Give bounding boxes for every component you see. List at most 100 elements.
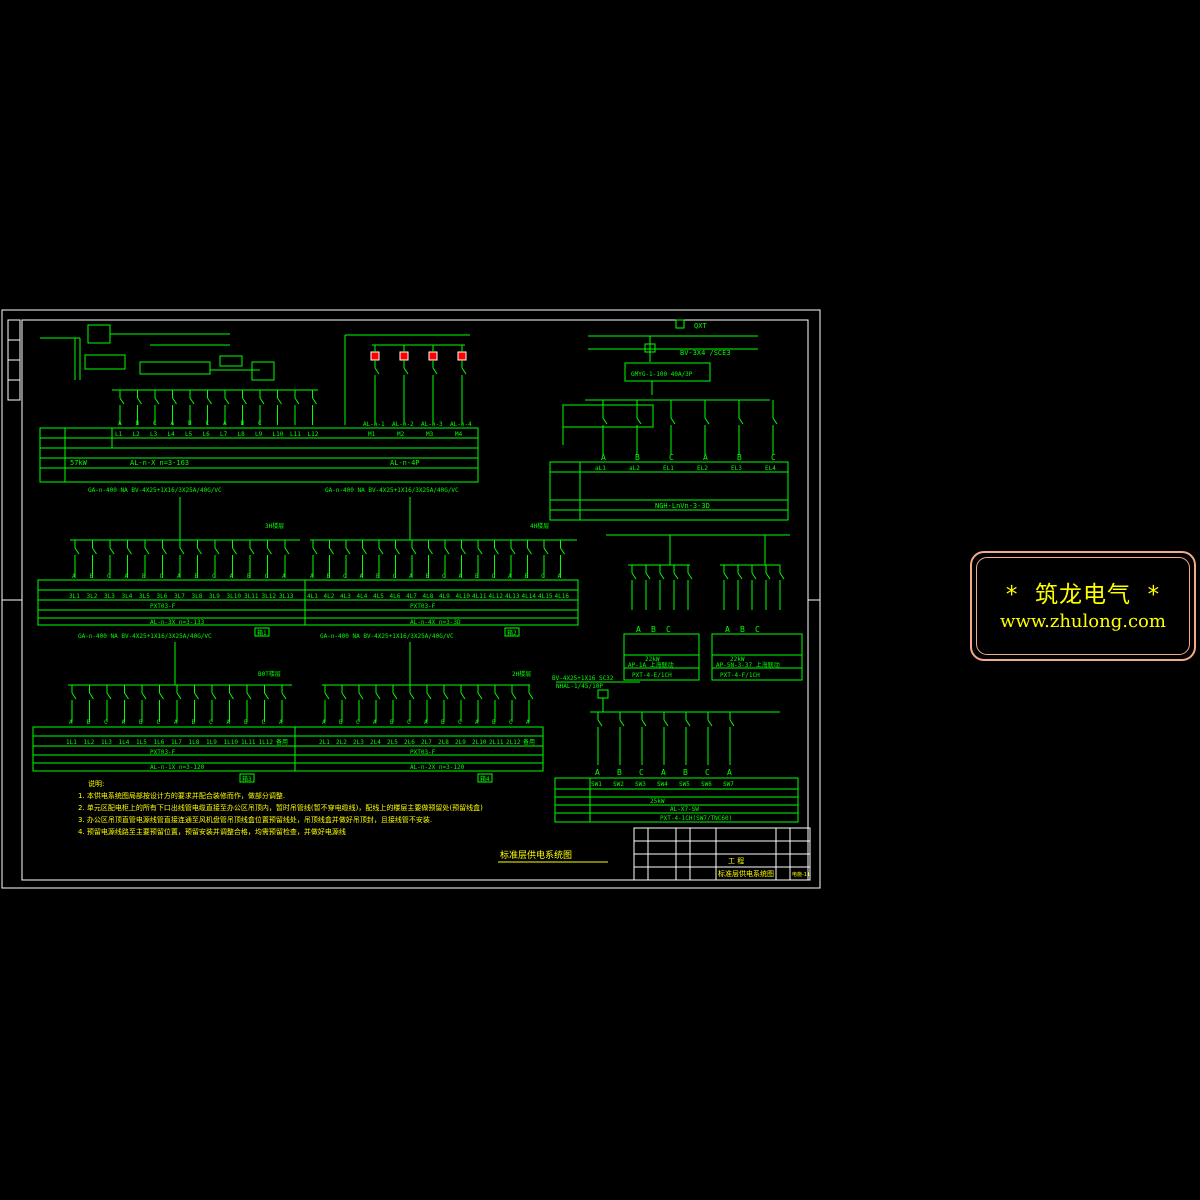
mid-header-a: GA-n-400 NA BV-4X25+1X16/3X25A/40G/VC [88, 487, 222, 494]
top-left-cable: AL-n-X n=3-163 [130, 459, 189, 467]
title-block-sheet: 电施-11 [792, 871, 810, 878]
top-left-breaker-4-contact [172, 397, 177, 405]
bot-2l-breaker-13-contact [528, 692, 534, 700]
top-right-circuit-3: EL1 [663, 465, 674, 472]
bot-2l-breaker-11-contact [494, 692, 500, 700]
drawing-title: 标准层供电系统图 [500, 849, 572, 861]
sw-breaker-7-contact [729, 719, 735, 727]
mid-right-left-phase-3: C [666, 625, 671, 634]
top-left-phase-1: A [118, 420, 122, 427]
sw-circuit-3: SW3 [635, 781, 646, 788]
mid-4l-circuit-6: 4L6 [390, 593, 401, 600]
top-left-feeder-1: L1 [115, 431, 123, 438]
mid-3l-circuit-13: 3L13 [279, 593, 294, 600]
top-left-voltage: 57kW [70, 459, 88, 467]
mid-right-left-breaker-5-contact [687, 572, 693, 580]
top-right-breaker-3-contact [670, 417, 676, 425]
top-right-breaker-2-contact [636, 417, 642, 425]
bot-1l-circuit-11: 1L11 [241, 739, 256, 746]
mid-4l-phase-4: A [360, 573, 364, 580]
footer-box-1: 箱1 [257, 629, 267, 637]
mid-4l-breaker-6-contact [395, 547, 400, 555]
cable-3l: AL-n-3X n=3-133 [150, 619, 205, 626]
bot-2l-circuit-4: 2L4 [370, 739, 381, 746]
top-left-load-device-2 [399, 351, 409, 361]
top-right-breaker-1-contact [602, 417, 608, 425]
title-block: 工 程 标准层供电系统图 电施-11 [633, 827, 811, 881]
bot-1l-circuit-2: 1L2 [84, 739, 95, 746]
top-left-feeder-10: L10 [273, 431, 284, 438]
mid-3l-phase-10: A [230, 573, 234, 580]
top-right-circuit-4: EL2 [697, 465, 708, 472]
top-left-load-label-4: M4 [455, 431, 463, 438]
mid-3l-circuit-2: 3L2 [87, 593, 98, 600]
mid-3l-circuit-1: 3L1 [69, 593, 80, 600]
tag-2h: 2H楼层 [512, 670, 531, 678]
bot-2l-phase-8: B [441, 719, 445, 726]
top-left-load-device-3 [428, 351, 438, 361]
cable-2l: AL-n-2X n=3-120 [410, 764, 465, 771]
top-left-load-device-1 [370, 351, 380, 361]
bot-1l-circuit-4: 1L4 [119, 739, 130, 746]
bot-2l-breaker-5-contact [392, 692, 398, 700]
mid-right-right-phase-1: A [725, 625, 730, 634]
top-right-phase-3: C [669, 453, 674, 462]
bot-header-b: GA-n-400 NA BV-4X25+1X16/3X25A/40G/VC [320, 633, 454, 640]
bot-2l-circuit-13: 备用 [523, 738, 535, 746]
top-left-breaker-9-contact [259, 397, 265, 405]
mid-3l-phase-5: B [142, 573, 146, 580]
bot-2l-phase-2: B [339, 719, 343, 726]
mid-4l-phase-1: A [310, 573, 314, 580]
mid-4l-circuit-2: 4L2 [324, 593, 335, 600]
bot-2l-circuit-5: 2L5 [387, 739, 398, 746]
bot-1l-breaker-1-contact [71, 692, 77, 700]
top-right-phase-6: C [771, 453, 776, 462]
bot-1l-breaker-11-contact [246, 692, 252, 700]
sw-panel: PXT-4-1CH(SW7/TNC60) [660, 815, 732, 822]
footer-box-4: 箱4 [480, 775, 490, 783]
mid-3l-phase-12: C [265, 573, 269, 580]
mid-3l-breaker-6-contact [162, 547, 167, 555]
bot-1l-breaker-9-contact [211, 692, 217, 700]
mid-3l-breaker-13-contact [284, 547, 290, 555]
bot-2l-phase-9: C [458, 719, 462, 726]
sw-breaker: NHAL-1/45/10P [556, 683, 603, 690]
bot-1l-phase-10: A [227, 719, 231, 726]
top-left-phase-6: C [206, 420, 210, 427]
mid-4l-breaker-11-contact [477, 547, 483, 555]
mid-3l-breaker-8-contact [197, 547, 202, 555]
mid-4l-phase-5: B [376, 573, 380, 580]
top-left-phase-2: B [136, 420, 140, 427]
mid-right-left-phase-2: B [651, 625, 656, 634]
mid-4l-breaker-16-contact [560, 547, 565, 555]
mid-4l-circuit-14: 4L14 [522, 593, 537, 600]
mid-4l-phase-16: A [558, 573, 562, 580]
bot-2l-circuit-3: 2L3 [353, 739, 364, 746]
mid-3l-breaker-12-contact [267, 547, 272, 555]
mid-4l-phase-15: C [541, 573, 545, 580]
mid-3l-phase-9: C [212, 573, 216, 580]
bot-1l-phase-12: C [262, 719, 266, 726]
top-left-feeder-4: L4 [168, 431, 176, 438]
top-left-feeder-2: L2 [133, 431, 141, 438]
bot-2l-breaker-6-contact [409, 692, 415, 700]
mid-3l-circuit-3: 3L3 [104, 593, 115, 600]
cable-4l: AL-n-4X n=3-3D [410, 619, 461, 626]
bot-2l-breaker-8-contact [443, 692, 449, 700]
sw-cable: AL-X7-SW [670, 806, 699, 813]
top-left-note: AL-n-4P [390, 459, 420, 467]
mid-3l-breaker-11-contact [249, 547, 255, 555]
mid-right-left-breaker-1-contact [631, 572, 637, 580]
mid-4l-circuit-13: 4L13 [505, 593, 520, 600]
mr-left-panel: PXT-4-E/1CH [632, 672, 672, 679]
bot-2l-breaker-2-contact [341, 692, 347, 700]
footer-box-3: 箱3 [242, 775, 252, 783]
top-left-feeder-7: L7 [220, 431, 228, 438]
bot-header-a: GA-n-400 NA BV-4X25+1X16/3X25A/40G/VC [78, 633, 212, 640]
mid-3l-breaker-9-contact [214, 547, 220, 555]
mid-3l-phase-11: B [247, 573, 251, 580]
mid-right-left-breaker-2-contact [645, 572, 651, 580]
bot-2l-breaker-4-contact [375, 692, 381, 700]
top-left-breaker-11-contact [294, 397, 300, 405]
top-left-phase-4: A [171, 420, 175, 427]
